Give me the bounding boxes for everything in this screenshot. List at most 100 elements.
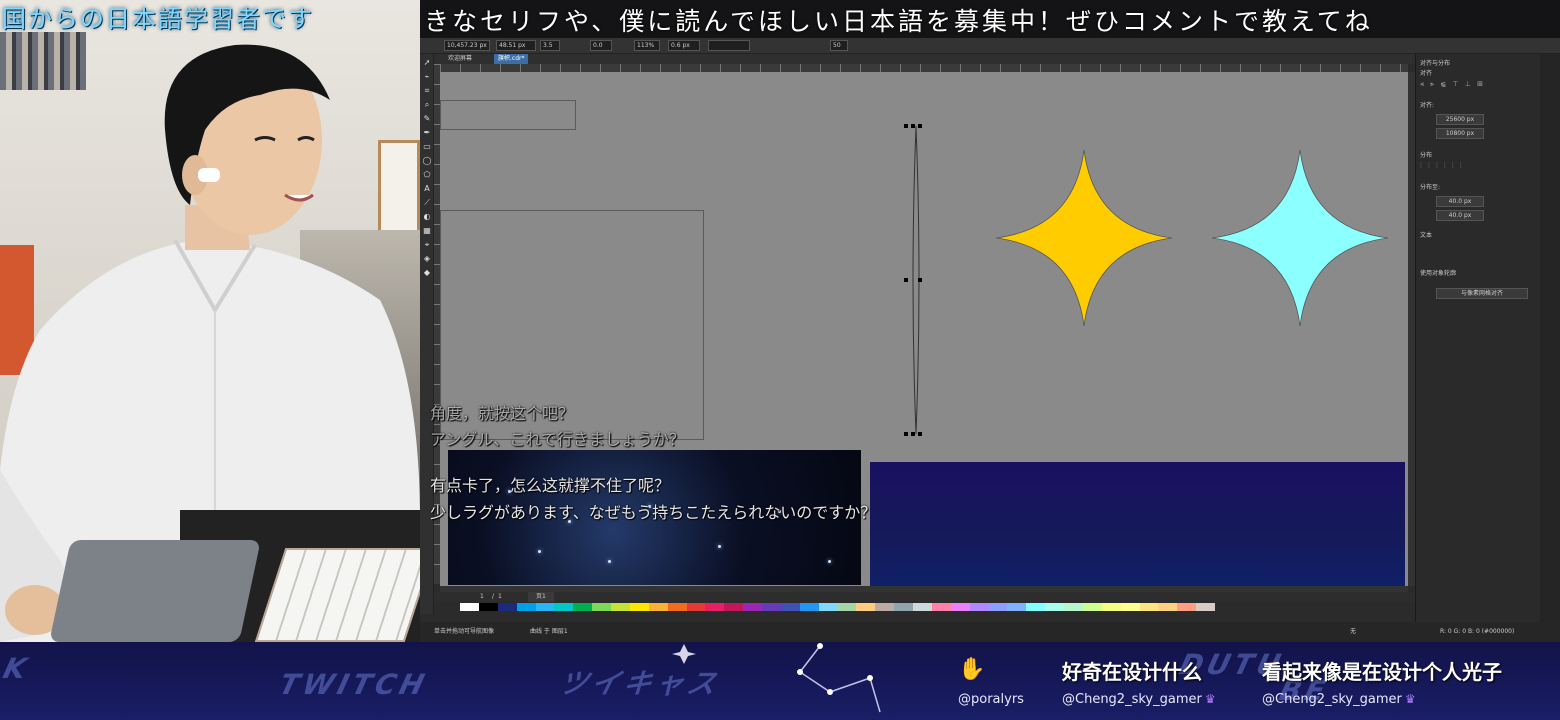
palette-swatch[interactable] <box>1120 603 1140 611</box>
width-field[interactable]: 48.51 px <box>496 40 536 51</box>
pick-tool-icon[interactable]: ➚ <box>422 58 432 68</box>
zoom-field[interactable]: 113% <box>634 40 660 51</box>
outline-indicator[interactable]: R: 0 G: 0 B: 0 (#000000) <box>1440 622 1514 642</box>
freehand-tool-icon[interactable]: ✎ <box>422 114 432 124</box>
docker-tabs[interactable] <box>1540 54 1560 622</box>
palette-swatch[interactable] <box>516 603 536 611</box>
palette-swatch[interactable] <box>573 603 593 611</box>
tab-document[interactable]: 旗帜.cdr* <box>494 54 529 64</box>
drawing-tablet <box>49 540 261 642</box>
palette-swatch[interactable] <box>554 603 574 611</box>
palette-swatch[interactable] <box>460 603 479 611</box>
handle[interactable] <box>904 432 908 436</box>
scale-w-field[interactable]: 3.5 <box>540 40 560 51</box>
vertical-scrollbar[interactable] <box>1408 72 1415 586</box>
palette-swatch[interactable] <box>931 603 951 611</box>
rectangle-tool-icon[interactable]: ▭ <box>422 142 432 152</box>
text-tool-icon[interactable]: A <box>422 184 432 194</box>
distribute-y-field[interactable]: 40.0 px <box>1436 210 1484 221</box>
position-y-field[interactable]: 10800 px <box>1436 128 1484 139</box>
palette-swatch[interactable] <box>762 603 781 611</box>
palette-swatch[interactable] <box>780 603 800 611</box>
palette-swatch[interactable] <box>1177 603 1197 611</box>
angle-field[interactable]: 0.0 <box>590 40 612 51</box>
palette-swatch[interactable] <box>913 603 932 611</box>
palette-swatch[interactable] <box>611 603 630 611</box>
eyedropper-tool-icon[interactable]: ⌖ <box>422 240 432 250</box>
effects-tool-icon[interactable]: ◐ <box>422 212 432 222</box>
outline-checkbox[interactable]: 使用对象轮廓 <box>1420 268 1456 277</box>
palette-swatch[interactable] <box>1101 603 1121 611</box>
fill-tool-icon[interactable]: ◈ <box>422 254 432 264</box>
shape-tool-icon[interactable]: ⌁ <box>422 72 432 82</box>
palette-swatch[interactable] <box>1064 603 1083 611</box>
distribute-icons[interactable]: ⫶ ⫶ ⫶ ⫶ ⫶ ⫶ <box>1420 162 1464 171</box>
palette-swatch[interactable] <box>856 603 876 611</box>
palette-swatch[interactable] <box>969 603 989 611</box>
palette-swatch[interactable] <box>686 603 706 611</box>
handle[interactable] <box>918 432 922 436</box>
selected-curve[interactable] <box>904 122 928 438</box>
palette-swatch[interactable] <box>799 603 819 611</box>
palette-swatch[interactable] <box>724 603 744 611</box>
palette-swatch[interactable] <box>592 603 611 611</box>
polygon-tool-icon[interactable]: ⬠ <box>422 170 432 180</box>
handle[interactable] <box>911 124 915 128</box>
palette-swatch[interactable] <box>818 603 838 611</box>
palette-swatch[interactable] <box>648 603 668 611</box>
palette-swatch[interactable] <box>667 603 687 611</box>
palette-swatch[interactable] <box>950 603 970 611</box>
palette-swatch[interactable] <box>1196 603 1215 611</box>
palette-swatch[interactable] <box>875 603 895 611</box>
handle[interactable] <box>918 278 922 282</box>
ellipse-tool-icon[interactable]: ◯ <box>422 156 432 166</box>
color-palette[interactable] <box>460 603 1215 611</box>
yellow-star-shape <box>996 150 1172 326</box>
text-heading: 文本 <box>1420 232 1433 239</box>
align-icons[interactable]: ⫷ ⫸ ⫹ ⊤ ⊥ ⊞ <box>1420 80 1485 89</box>
position-x-field[interactable]: 25600 px <box>1436 114 1484 125</box>
palette-swatch[interactable] <box>837 603 857 611</box>
pixel-grid-button[interactable]: 与像素网格对齐 <box>1436 288 1528 299</box>
palette-swatch[interactable] <box>1082 603 1102 611</box>
pen-tool-icon[interactable]: ✒ <box>422 128 432 138</box>
fill-indicator[interactable]: 无 <box>1350 622 1356 642</box>
frame-rectangle-top[interactable] <box>440 100 576 130</box>
handle[interactable] <box>911 432 915 436</box>
palette-swatch[interactable] <box>894 603 913 611</box>
palette-swatch[interactable] <box>1139 603 1159 611</box>
blue-panel[interactable] <box>870 462 1405 586</box>
distribute-x-field[interactable]: 40.0 px <box>1436 196 1484 207</box>
palette-swatch[interactable] <box>478 603 498 611</box>
palette-swatch[interactable] <box>988 603 1008 611</box>
palette-swatch[interactable] <box>1007 603 1027 611</box>
smart-fill-tool-icon[interactable]: ◆ <box>422 268 432 278</box>
palette-swatch[interactable] <box>1158 603 1178 611</box>
palette-swatch[interactable] <box>743 603 762 611</box>
page-navigator: 1 / 1 页1 <box>434 592 1415 602</box>
palette-swatch[interactable] <box>1045 603 1064 611</box>
palette-swatch[interactable] <box>705 603 725 611</box>
palette-swatch[interactable] <box>535 603 555 611</box>
pos-x-field[interactable]: 10,457.23 px <box>444 40 490 51</box>
cyan-star[interactable] <box>1212 150 1388 326</box>
handle[interactable] <box>904 278 908 282</box>
zoom-tool-icon[interactable]: ⌕ <box>422 100 432 110</box>
palette-swatch[interactable] <box>629 603 649 611</box>
outline-width-field[interactable]: 0.6 px <box>668 40 700 51</box>
yellow-star[interactable] <box>996 150 1172 326</box>
crop-tool-icon[interactable]: ⌗ <box>422 86 432 96</box>
handle[interactable] <box>904 124 908 128</box>
tab-welcome[interactable]: 欢迎屏幕 <box>444 54 476 64</box>
page-tab[interactable]: 页1 <box>528 592 554 602</box>
caption-zh-2: 有点卡了，怎么这就撑不住了呢？ <box>430 476 671 495</box>
transparency-tool-icon[interactable]: ▦ <box>422 226 432 236</box>
handle[interactable] <box>918 124 922 128</box>
palette-swatch[interactable] <box>1026 603 1046 611</box>
horizontal-ruler <box>440 64 1408 72</box>
connector-tool-icon[interactable]: ⟋ <box>422 198 432 208</box>
keyboard <box>254 548 420 642</box>
palette-swatch[interactable] <box>497 603 517 611</box>
corner-field[interactable]: 50 <box>830 40 848 51</box>
line-style-select[interactable] <box>708 40 750 51</box>
